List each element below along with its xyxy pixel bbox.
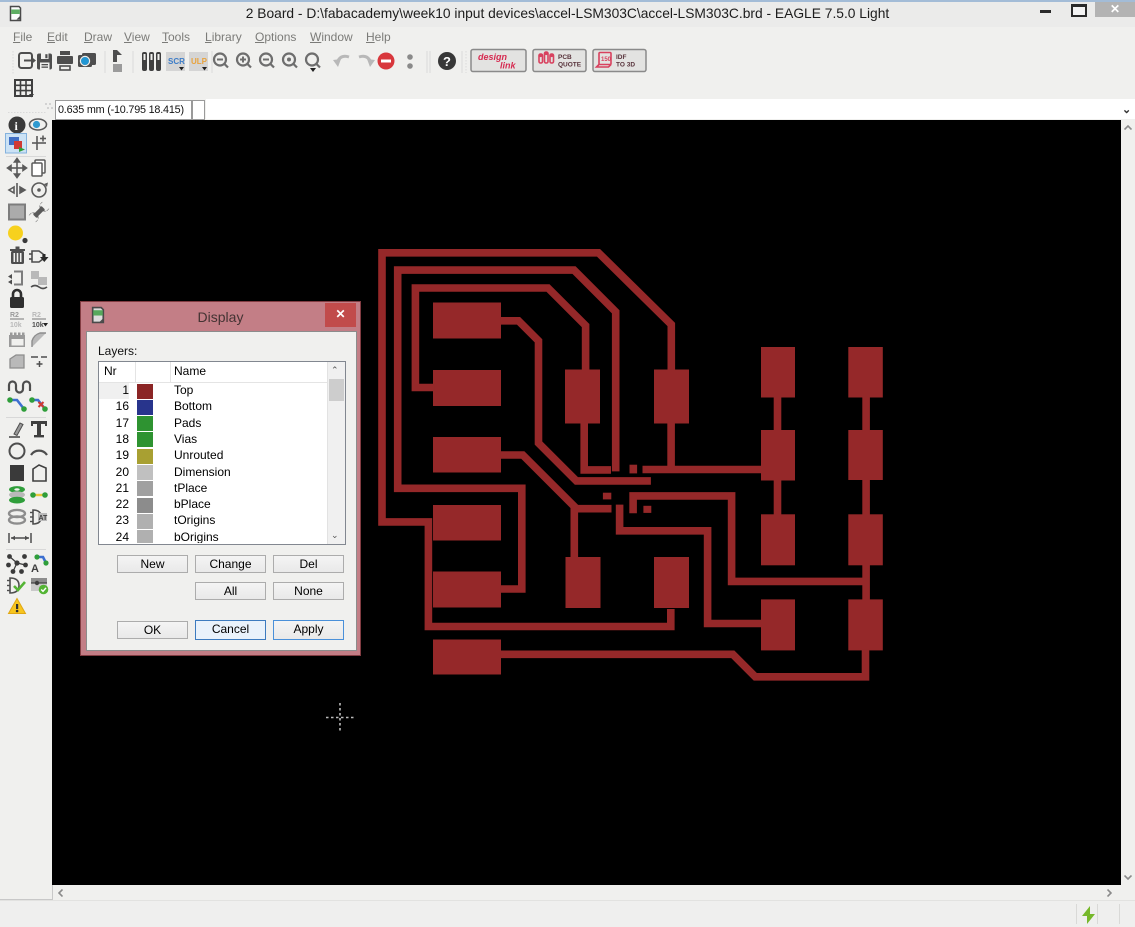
svg-text:IDF: IDF [616, 54, 627, 61]
svg-text:QUOTE: QUOTE [558, 62, 582, 69]
svg-text:R2: R2 [10, 312, 19, 319]
svg-text:R2: R2 [32, 312, 41, 319]
svg-text:link: link [500, 61, 516, 71]
svg-text:10k: 10k [32, 322, 44, 329]
svg-text:TO 3D: TO 3D [616, 62, 635, 69]
svg-text:PCB: PCB [558, 54, 572, 61]
svg-text:SCR: SCR [168, 57, 185, 66]
svg-text:150: 150 [601, 57, 612, 63]
svg-text:ULP: ULP [191, 57, 208, 66]
svg-text:?: ? [443, 54, 451, 69]
svg-text:AT: AT [39, 515, 49, 522]
svg-text:10k: 10k [10, 322, 22, 329]
svg-text:A: A [31, 563, 39, 575]
